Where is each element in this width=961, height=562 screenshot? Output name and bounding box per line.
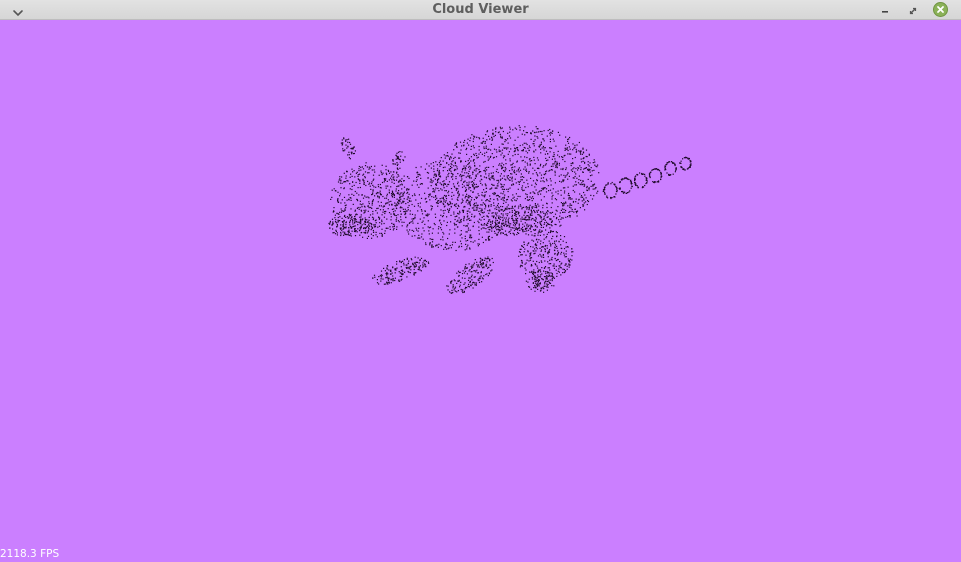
- minimize-icon: [882, 11, 888, 13]
- point-cloud-viewport[interactable]: 2118.3 FPS: [0, 20, 961, 562]
- close-icon: [937, 6, 944, 13]
- cloud-viewer-window: Cloud Viewer 2118.3 FPS: [0, 0, 961, 562]
- minimize-button[interactable]: [878, 3, 892, 17]
- maximize-button[interactable]: [906, 3, 920, 17]
- cloud-points: [328, 125, 692, 294]
- title-bar[interactable]: Cloud Viewer: [0, 0, 961, 20]
- maximize-icon: [909, 7, 917, 15]
- cat-point-cloud: [328, 125, 692, 294]
- fps-counter: 2118.3 FPS: [0, 548, 60, 560]
- window-title: Cloud Viewer: [432, 2, 529, 17]
- close-button[interactable]: [933, 2, 948, 17]
